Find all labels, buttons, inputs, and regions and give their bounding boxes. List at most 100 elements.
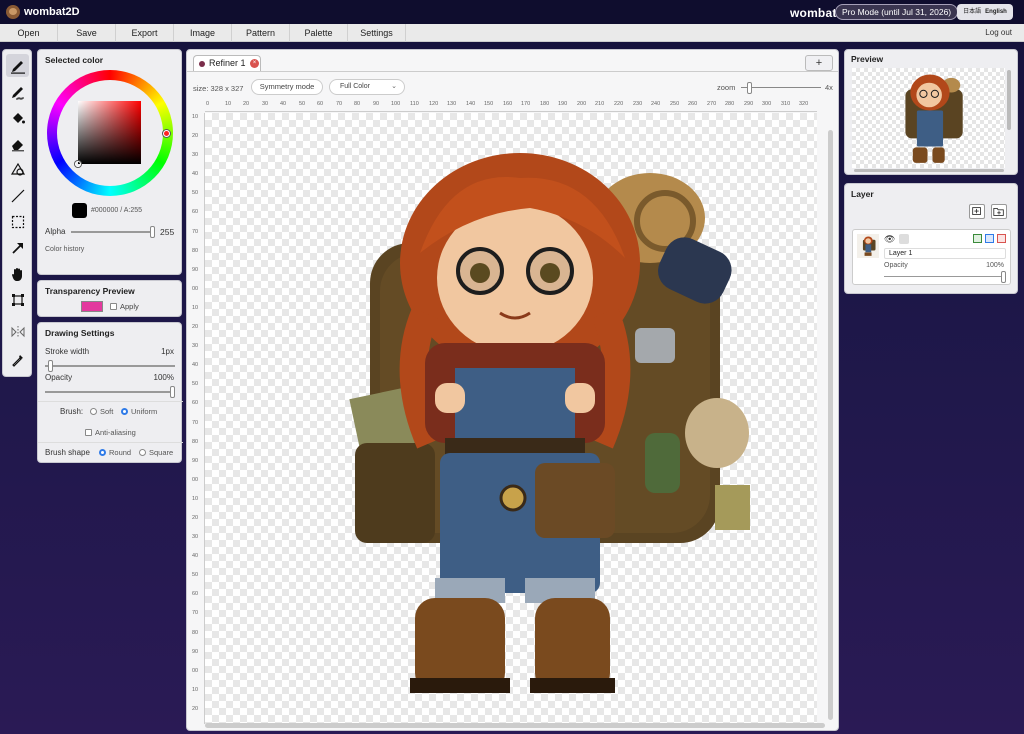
symmetry-mode-button[interactable]: Symmetry mode: [251, 79, 323, 95]
add-tab-button[interactable]: +: [805, 55, 833, 71]
shape-round-radio[interactable]: [99, 449, 106, 456]
lang-japanese[interactable]: 日本語: [963, 9, 981, 15]
pattern-brush-tool[interactable]: [6, 80, 29, 103]
zoom-slider-knob[interactable]: [747, 82, 752, 94]
ruler-tick-label: 80: [192, 248, 199, 254]
close-tab-icon[interactable]: ×: [250, 59, 259, 68]
layer-delete-icon[interactable]: [997, 234, 1006, 243]
pen-tool[interactable]: [6, 54, 29, 77]
menu-palette[interactable]: Palette: [290, 24, 348, 42]
visibility-eye-icon[interactable]: 👁: [884, 234, 895, 244]
apply-checkbox[interactable]: [110, 303, 117, 310]
divider: [38, 442, 183, 443]
ruler-tick-label: 170: [521, 101, 531, 107]
menu-pattern[interactable]: Pattern: [232, 24, 290, 42]
compass: [499, 484, 527, 512]
anti-aliasing-checkbox[interactable]: [85, 429, 92, 436]
lock-icon[interactable]: [899, 234, 909, 244]
stroke-width-slider-knob[interactable]: [48, 360, 53, 372]
transparency-preview-title: Transparency Preview: [45, 286, 135, 296]
hand-icon: [11, 267, 22, 281]
brush-uniform-label: Uniform: [131, 407, 158, 416]
menu-export[interactable]: Export: [116, 24, 174, 42]
canvas-tab[interactable]: Refiner 1 ×: [193, 55, 261, 71]
layer-item[interactable]: 👁 Layer 1 Opacity 100%: [852, 229, 1011, 285]
horizontal-scrollbar[interactable]: [205, 723, 825, 728]
saturation-square[interactable]: [78, 101, 141, 164]
ruler-tick-label: 30: [192, 152, 199, 158]
mirror-tool[interactable]: [6, 320, 29, 343]
hand-tool[interactable]: [6, 262, 29, 285]
menu-open[interactable]: Open: [0, 24, 58, 42]
layer-effect-icon[interactable]: [973, 234, 982, 243]
shape-icon: [10, 162, 25, 176]
layer-name-field[interactable]: Layer 1: [884, 248, 1006, 259]
color-history-label[interactable]: Color history: [45, 246, 84, 253]
ruler-tick-label: 120: [429, 101, 439, 107]
brush-uniform-radio[interactable]: [121, 408, 128, 415]
move-tool[interactable]: [6, 236, 29, 259]
canvas-panel: Refiner 1 × + size: 328 x 327 Symmetry m…: [186, 49, 839, 731]
drawing-settings-title: Drawing Settings: [45, 328, 115, 338]
app-title: wombat2D: [24, 6, 80, 18]
mirror-icon: [11, 325, 24, 338]
opacity-label: Opacity: [45, 373, 73, 382]
shape-tool[interactable]: [6, 158, 29, 181]
lang-english[interactable]: English: [985, 9, 1007, 15]
brush-soft-radio[interactable]: [90, 408, 97, 415]
line-tool[interactable]: [6, 184, 29, 207]
ruler-tick-label: 60: [192, 209, 199, 215]
ruler-tick-label: 00: [192, 477, 199, 483]
pattern-brush-icon: [11, 86, 24, 99]
preview-panel: Preview: [844, 49, 1018, 175]
alpha-slider[interactable]: [71, 226, 155, 238]
ruler-tick-label: 60: [192, 591, 199, 597]
language-switch[interactable]: 日本語 English: [957, 4, 1013, 20]
ruler-tick-label: 80: [354, 101, 361, 107]
menu-save[interactable]: Save: [58, 24, 116, 42]
fill-tool[interactable]: [6, 106, 29, 129]
preview-h-scrollbar[interactable]: [854, 169, 1004, 172]
eraser-tool[interactable]: [6, 132, 29, 155]
saturation-picker-handle[interactable]: [75, 161, 81, 167]
menu-image[interactable]: Image: [174, 24, 232, 42]
zoom-slider[interactable]: [741, 82, 821, 94]
color-mode-select[interactable]: Full Color ⌄: [329, 79, 405, 95]
add-layer-button[interactable]: [969, 204, 985, 219]
ruler-tick-label: 90: [192, 649, 199, 655]
preview-scrollbar[interactable]: [1007, 70, 1011, 130]
transparency-color-swatch[interactable]: [81, 301, 103, 312]
selection-tool[interactable]: [6, 210, 29, 233]
layer-copy-icon[interactable]: [985, 234, 994, 243]
drawing-canvas[interactable]: [205, 113, 817, 724]
ruler-tick-label: 20: [243, 101, 250, 107]
ruler-tick-label: 30: [262, 101, 269, 107]
menu-settings[interactable]: Settings: [348, 24, 406, 42]
eyedropper-tool[interactable]: [6, 348, 29, 371]
folder-plus-icon: [993, 208, 1004, 216]
transform-tool[interactable]: [6, 288, 29, 311]
opacity-slider[interactable]: [45, 386, 175, 398]
pro-mode-badge[interactable]: Pro Mode (until Jul 31, 2026): [835, 4, 959, 20]
add-folder-button[interactable]: [991, 204, 1007, 219]
ruler-tick-label: 50: [299, 101, 306, 107]
ruler-tick-label: 20: [192, 324, 199, 330]
vertical-scrollbar[interactable]: [828, 130, 833, 720]
stroke-width-slider[interactable]: [45, 360, 175, 372]
alpha-slider-knob[interactable]: [150, 226, 155, 238]
shape-square-radio[interactable]: [139, 449, 146, 456]
top-bar: wombat2D wombat Pro Mode (until Jul 31, …: [0, 0, 1024, 24]
logout-link[interactable]: Log out: [985, 24, 1012, 42]
ruler-tick-label: 160: [503, 101, 513, 107]
drawing-settings-panel: Drawing Settings Stroke width 1px Opacit…: [37, 322, 183, 463]
opacity-value: 100%: [153, 373, 174, 382]
ruler-tick-label: 70: [192, 420, 199, 426]
zoom-label: zoom: [717, 83, 736, 92]
divider: [38, 401, 183, 402]
ruler-tick-label: 90: [192, 458, 199, 464]
opacity-slider-knob[interactable]: [170, 386, 175, 398]
hue-picker-handle[interactable]: [163, 130, 170, 137]
layer-opacity-slider-knob[interactable]: [1001, 271, 1006, 283]
layer-opacity-slider[interactable]: [884, 271, 1006, 283]
alpha-value: 255: [160, 227, 175, 237]
